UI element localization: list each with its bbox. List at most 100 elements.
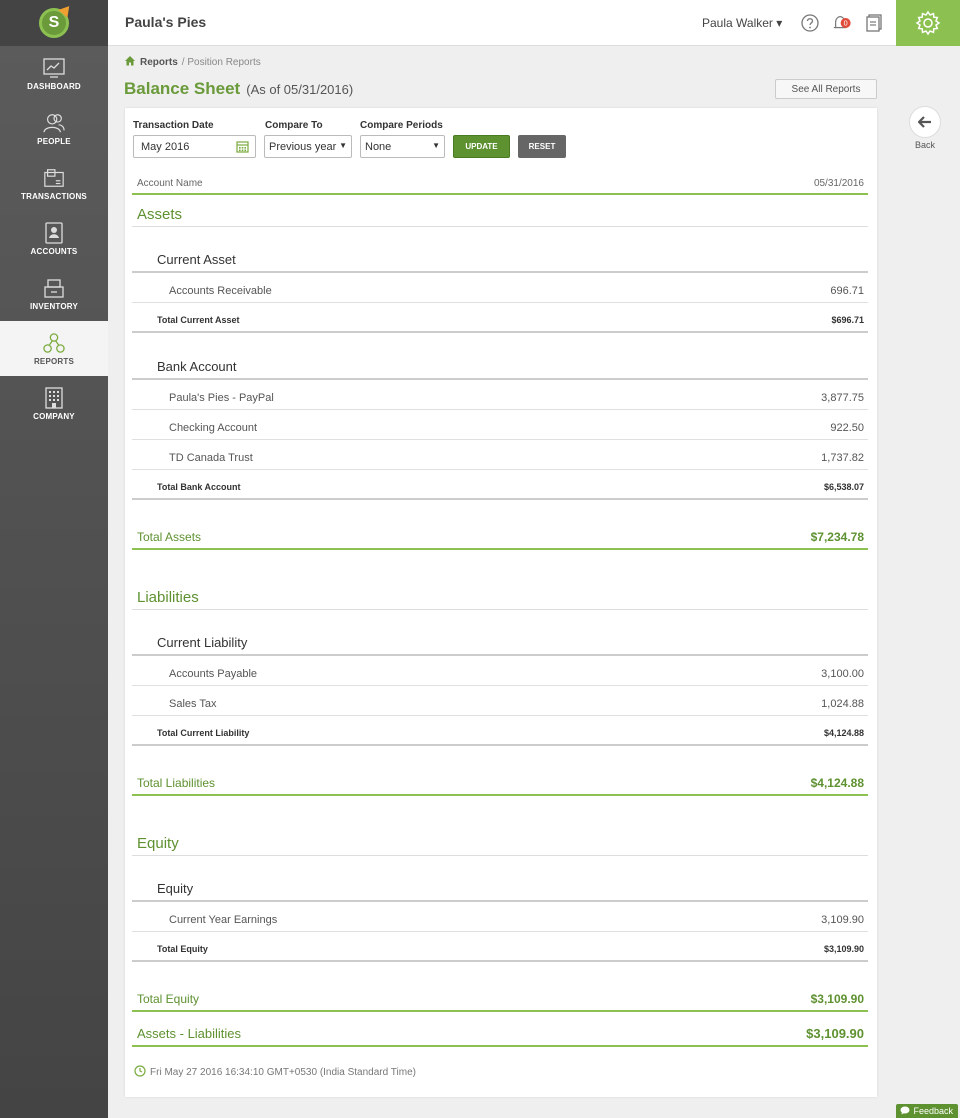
section-total-label: Total Equity — [137, 992, 199, 1006]
group-total-value: $696.71 — [831, 315, 864, 325]
back-button[interactable]: Back — [908, 106, 942, 150]
transaction-date-value: May 2016 — [141, 141, 189, 153]
sidebar-item-label: ACCOUNTS — [31, 247, 78, 256]
sidebar-item-reports[interactable]: REPORTS — [0, 321, 108, 376]
calendar-icon[interactable] — [236, 140, 249, 156]
sidebar-item-company[interactable]: COMPANY — [0, 376, 108, 431]
feedback-label[interactable]: Feedback — [913, 1106, 953, 1116]
account-value: 1,024.88 — [821, 698, 864, 710]
compare-to-value: Previous year — [269, 141, 336, 153]
column-header-account: Account Name — [137, 178, 203, 189]
table-row[interactable]: Accounts Payable 3,100.00 — [132, 656, 868, 686]
column-header-date: 05/31/2016 — [814, 178, 864, 189]
back-arrow-icon[interactable] — [909, 106, 941, 138]
group-title: Equity — [157, 881, 193, 896]
compare-periods-select[interactable]: None ▼ — [360, 135, 445, 158]
sidebar-item-transactions[interactable]: TRANSACTIONS — [0, 156, 108, 211]
table-row[interactable]: Checking Account 922.50 — [132, 410, 868, 440]
app-logo-icon[interactable]: S — [39, 8, 69, 38]
account-value: 1,737.82 — [821, 452, 864, 464]
sidebar-item-label: DASHBOARD — [27, 82, 81, 91]
group-title: Current Liability — [157, 635, 247, 650]
table-row[interactable]: Accounts Receivable 696.71 — [132, 273, 868, 303]
page-subtitle: (As of 05/31/2016) — [246, 82, 353, 97]
sidebar-item-dashboard[interactable]: DASHBOARD — [0, 46, 108, 101]
account-name[interactable]: Accounts Receivable — [169, 285, 272, 297]
sidebar-item-label: TRANSACTIONS — [21, 192, 87, 201]
balance-sheet-table: Account Name 05/31/2016 Assets Current A… — [132, 170, 868, 1047]
sidebar-item-label: COMPANY — [33, 412, 75, 421]
group-current-asset: Current Asset — [132, 227, 868, 273]
document-icon[interactable] — [864, 13, 884, 33]
account-name[interactable]: TD Canada Trust — [169, 452, 253, 464]
user-menu[interactable]: Paula Walker ▾ — [702, 16, 782, 30]
compare-to-label: Compare To — [265, 120, 323, 131]
feedback-button[interactable]: Feedback — [896, 1104, 958, 1118]
sidebar-item-label: REPORTS — [34, 357, 74, 366]
account-name[interactable]: Paula's Pies - PayPal — [169, 392, 274, 404]
compare-to-select[interactable]: Previous year ▼ — [264, 135, 352, 158]
transactions-icon — [43, 167, 65, 189]
table-row[interactable]: Sales Tax 1,024.88 — [132, 686, 868, 716]
chevron-down-icon: ▼ — [432, 141, 440, 150]
company-name[interactable]: Paula's Pies — [125, 14, 206, 30]
inventory-icon — [43, 277, 65, 299]
home-icon[interactable] — [124, 55, 136, 69]
section-total-label: Total Liabilities — [137, 776, 215, 790]
breadcrumb-reports-link[interactable]: Reports — [140, 57, 178, 68]
see-all-reports-button[interactable]: See All Reports — [775, 79, 877, 99]
section-title: Liabilities — [137, 589, 199, 606]
chart-icon — [43, 57, 65, 79]
group-total-label: Total Current Asset — [157, 315, 240, 325]
timestamp-text: Fri May 27 2016 16:34:10 GMT+0530 (India… — [150, 1067, 416, 1078]
update-button[interactable]: UPDATE — [453, 135, 510, 158]
section-total-label: Total Assets — [137, 530, 201, 544]
clock-icon — [134, 1065, 146, 1080]
table-row[interactable]: Current Year Earnings 3,109.90 — [132, 902, 868, 932]
account-name[interactable]: Accounts Payable — [169, 668, 257, 680]
help-icon[interactable] — [800, 13, 820, 33]
group-total-label: Total Equity — [157, 944, 208, 954]
page-title-text: Balance Sheet — [124, 79, 240, 99]
table-row[interactable]: TD Canada Trust 1,737.82 — [132, 440, 868, 470]
group-total-value: $4,124.88 — [824, 728, 864, 738]
group-equity: Equity — [132, 856, 868, 902]
notification-count: 0 — [844, 19, 848, 28]
report-card: Transaction Date May 2016 Compare To Pre… — [125, 108, 877, 1097]
sidebar-item-people[interactable]: PEOPLE — [0, 101, 108, 156]
account-value: 696.71 — [830, 285, 864, 297]
notification-bell-icon[interactable]: 0 — [832, 13, 852, 33]
company-icon — [43, 387, 65, 409]
section-liabilities: Liabilities — [132, 550, 868, 610]
group-total-value: $3,109.90 — [824, 944, 864, 954]
account-name[interactable]: Sales Tax — [169, 698, 217, 710]
gear-icon — [915, 10, 941, 36]
group-total-label: Total Current Liability — [157, 728, 249, 738]
back-label[interactable]: Back — [908, 140, 942, 150]
settings-button[interactable] — [896, 0, 960, 46]
group-total-value: $6,538.07 — [824, 482, 864, 492]
sidebar-item-accounts[interactable]: ACCOUNTS — [0, 211, 108, 266]
section-total-value: $4,124.88 — [811, 776, 864, 790]
reset-button[interactable]: RESET — [518, 135, 566, 158]
chat-bubble-icon — [900, 1106, 910, 1117]
group-total-row: Total Bank Account $6,538.07 — [132, 470, 868, 500]
logo-box[interactable]: S — [0, 0, 108, 46]
table-row[interactable]: Paula's Pies - PayPal 3,877.75 — [132, 380, 868, 410]
table-header: Account Name 05/31/2016 — [132, 170, 868, 195]
section-total-value: $3,109.90 — [811, 992, 864, 1006]
accounts-icon — [43, 222, 65, 244]
group-total-row: Total Equity $3,109.90 — [132, 932, 868, 962]
account-name[interactable]: Current Year Earnings — [169, 914, 277, 926]
sidebar-item-inventory[interactable]: INVENTORY — [0, 266, 108, 321]
account-name[interactable]: Checking Account — [169, 422, 257, 434]
section-total-liabilities: Total Liabilities $4,124.88 — [132, 746, 868, 796]
account-value: 3,100.00 — [821, 668, 864, 680]
group-total-row: Total Current Liability $4,124.88 — [132, 716, 868, 746]
section-equity: Equity — [132, 796, 868, 856]
transaction-date-field[interactable]: May 2016 — [133, 135, 256, 158]
section-total-value: $7,234.78 — [811, 530, 864, 544]
group-total-label: Total Bank Account — [157, 482, 241, 492]
breadcrumb: Reports / Position Reports — [124, 55, 261, 69]
group-bank-account: Bank Account — [132, 333, 868, 380]
